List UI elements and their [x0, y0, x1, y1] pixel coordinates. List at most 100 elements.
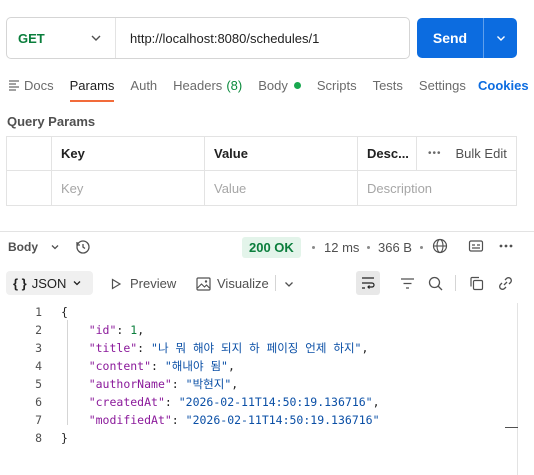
json-value: "나 뭐 해야 되지 하 페이징 언제 하지" [151, 341, 362, 355]
chevron-down-icon [73, 281, 81, 286]
json-value: "2026-02-11T14:50:19.136716" [178, 395, 373, 409]
query-params-title: Query Params [7, 114, 96, 129]
table-row: Key Value Description [7, 171, 516, 205]
json-key: "content" [88, 359, 152, 373]
tab-scripts-label: Scripts [316, 77, 357, 93]
response-body-tab[interactable]: Body [8, 240, 60, 254]
json-key: "modifiedAt" [88, 413, 172, 427]
tab-body[interactable]: Body [258, 74, 301, 96]
visualize-label: Visualize [217, 276, 269, 291]
tab-auth-label: Auth [130, 77, 158, 93]
tab-scripts[interactable]: Scripts [317, 74, 357, 96]
tab-tests[interactable]: Tests [373, 74, 403, 96]
key-input[interactable]: Key [52, 171, 205, 205]
scrollbar-track[interactable] [517, 303, 518, 475]
line-number: 6 [35, 395, 42, 409]
url-input[interactable]: http://localhost:8080/schedules/1 [116, 31, 319, 46]
code-text: "createdAt": "2026-02-11T14:50:19.136716… [42, 395, 380, 409]
status-badge[interactable]: 200 OK [242, 237, 301, 258]
code-text: "title": "나 뭐 해야 되지 하 페이징 언제 하지", [42, 340, 369, 356]
code-line: 3 "title": "나 뭐 해야 되지 하 페이징 언제 하지", [0, 339, 534, 357]
code-text: } [61, 431, 68, 445]
copy-icon[interactable] [469, 276, 484, 291]
value-input[interactable]: Value [205, 171, 358, 205]
line-number: 5 [35, 377, 42, 391]
tab-body-label: Body [258, 77, 288, 93]
wrap-lines-button[interactable] [356, 271, 380, 295]
line-number: 3 [35, 341, 42, 355]
format-select[interactable]: { } JSON [6, 271, 93, 295]
more-icon[interactable]: ••• [428, 148, 442, 159]
code-text: "id": 1, [42, 323, 144, 337]
code-text: "modifiedAt": "2026-02-11T14:50:19.13671… [42, 413, 380, 427]
tab-auth[interactable]: Auth [130, 74, 157, 96]
json-colon: : [151, 359, 165, 373]
json-colon: : [164, 395, 179, 409]
method-select[interactable]: GET [7, 18, 116, 58]
tab-params-label: Params [69, 77, 115, 93]
query-params-table: Key Value Desc... ••• Bulk Edit Key Valu… [6, 136, 517, 206]
description-input[interactable]: Description [358, 171, 516, 205]
code-line: 8 } [0, 429, 534, 447]
table-header-row: Key Value Desc... ••• Bulk Edit [7, 137, 516, 171]
value-column-header: Value [205, 137, 358, 170]
visualize-button[interactable]: Visualize [196, 276, 269, 291]
more-icon[interactable] [498, 238, 514, 254]
separator-dot [312, 246, 315, 249]
tab-settings[interactable]: Settings [419, 74, 466, 96]
code-line: 4 "content": "해내야 됨", [0, 357, 534, 375]
docs-icon [9, 80, 19, 91]
json-key: "title" [88, 341, 138, 355]
history-icon[interactable] [75, 239, 91, 255]
tab-docs[interactable]: Docs [8, 74, 54, 96]
json-braces-icon: { } [13, 275, 27, 291]
image-icon [196, 276, 211, 291]
line-number: 8 [35, 431, 42, 445]
json-colon: : [171, 377, 186, 391]
json-comma: , [231, 377, 239, 391]
filter-icon[interactable] [400, 277, 415, 290]
tab-headers[interactable]: Headers (8) [173, 74, 242, 96]
json-comma: , [227, 359, 235, 373]
json-value: "2026-02-11T14:50:19.136716" [185, 413, 380, 427]
send-options-button[interactable] [483, 18, 517, 58]
tab-headers-label: Headers [173, 77, 223, 93]
search-icon[interactable] [428, 276, 443, 291]
json-key: "id" [88, 323, 117, 337]
key-column-header: Key [52, 137, 205, 170]
chevron-down-icon[interactable] [283, 278, 295, 290]
wrap-lines-icon [362, 277, 375, 289]
globe-icon[interactable] [432, 238, 448, 254]
response-size[interactable]: 366 B [378, 240, 412, 255]
format-label: JSON [31, 275, 67, 291]
toolbar-divider [455, 275, 456, 291]
headers-count: (8) [226, 77, 243, 93]
code-line: 7 "modifiedAt": "2026-02-11T14:50:19.136… [0, 411, 534, 429]
json-comma: , [372, 395, 380, 409]
send-button[interactable]: Send [417, 18, 483, 58]
json-value: "박현지" [185, 377, 232, 391]
code-line: 1 { [0, 303, 534, 321]
separator-dot [367, 246, 370, 249]
save-example-icon[interactable] [468, 238, 484, 254]
preview-button[interactable]: Preview [110, 276, 176, 291]
json-comma: , [137, 323, 145, 337]
bulk-edit-button[interactable]: Bulk Edit [456, 146, 507, 161]
code-text: { [61, 305, 68, 319]
tab-docs-label: Docs [24, 77, 54, 93]
row-checkbox[interactable] [7, 171, 52, 205]
link-icon[interactable] [498, 276, 513, 291]
json-colon: : [171, 413, 186, 427]
toolbar-divider [275, 275, 276, 291]
response-body-code[interactable]: 1 { 2 "id": 1, 3 "title": "나 뭐 해야 되지 하 페… [0, 303, 534, 447]
line-number: 4 [35, 359, 42, 373]
line-number: 1 [35, 305, 42, 319]
json-colon: : [137, 341, 152, 355]
tab-settings-label: Settings [418, 77, 466, 93]
tab-params[interactable]: Params [69, 74, 115, 102]
code-line: 6 "createdAt": "2026-02-11T14:50:19.1367… [0, 393, 534, 411]
play-icon [111, 277, 122, 290]
request-tabs: Docs Params Auth Headers (8) Body Script… [8, 74, 482, 102]
cookies-link[interactable]: Cookies [478, 78, 529, 93]
response-time[interactable]: 12 ms [324, 240, 359, 255]
